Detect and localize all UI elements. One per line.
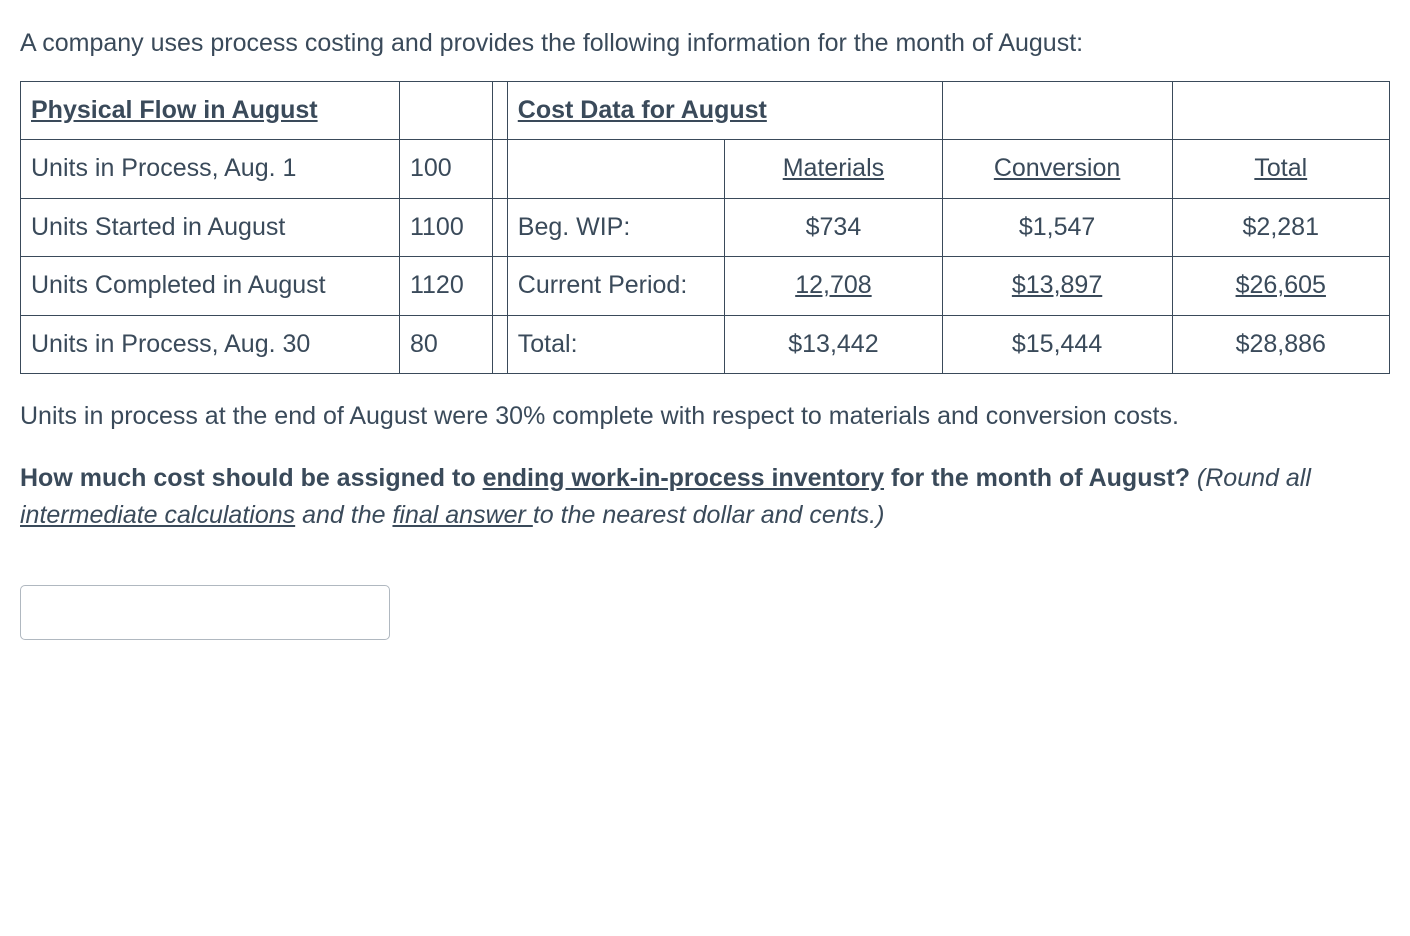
units-in-process-aug30-value: 80	[399, 315, 492, 374]
units-started-label: Units Started in August	[21, 198, 400, 257]
beg-wip-total: $2,281	[1172, 198, 1390, 257]
beg-wip-label: Beg. WIP:	[507, 198, 724, 257]
table-spacer	[492, 257, 507, 316]
table-spacer	[492, 315, 507, 374]
beg-wip-materials: $734	[725, 198, 942, 257]
table-cell-empty	[942, 81, 1172, 140]
question-bold-underline: ending work-in-process inventory	[483, 464, 884, 492]
table-row: Units Started in August 1100 Beg. WIP: $…	[21, 198, 1390, 257]
units-in-process-aug1-value: 100	[399, 140, 492, 199]
total-total: $28,886	[1172, 315, 1390, 374]
question-italic-u1: intermediate calculations	[20, 501, 295, 529]
units-in-process-aug1-label: Units in Process, Aug. 1	[21, 140, 400, 199]
table-cell-empty	[399, 81, 492, 140]
materials-header: Materials	[725, 140, 942, 199]
table-spacer	[492, 140, 507, 199]
cost-data-header: Cost Data for August	[507, 81, 942, 140]
current-total: $26,605	[1172, 257, 1390, 316]
table-spacer	[492, 81, 507, 140]
current-conversion: $13,897	[942, 257, 1172, 316]
data-table: Physical Flow in August Cost Data for Au…	[20, 81, 1390, 375]
table-row: Units in Process, Aug. 30 80 Total: $13,…	[21, 315, 1390, 374]
units-started-value: 1100	[399, 198, 492, 257]
current-materials: 12,708	[725, 257, 942, 316]
question-bold-end: for the month of August?	[884, 464, 1190, 492]
intro-text: A company uses process costing and provi…	[20, 25, 1390, 63]
units-completed-value: 1120	[399, 257, 492, 316]
after-table-text: Units in process at the end of August we…	[20, 398, 1390, 436]
conversion-header: Conversion	[942, 140, 1172, 199]
answer-input[interactable]	[20, 585, 390, 640]
table-row: Units in Process, Aug. 1 100 Materials C…	[21, 140, 1390, 199]
question-italic-start: (Round all	[1190, 464, 1311, 492]
total-row-label: Total:	[507, 315, 724, 374]
question-italic-u2: final answer	[392, 501, 532, 529]
question-bold-start: How much cost should be assigned to	[20, 464, 483, 492]
question-text: How much cost should be assigned to endi…	[20, 460, 1390, 535]
table-row: Units Completed in August 1120 Current P…	[21, 257, 1390, 316]
question-italic-end: to the nearest dollar and cents.)	[533, 501, 885, 529]
table-cell-empty	[1172, 81, 1390, 140]
table-spacer	[492, 198, 507, 257]
table-cell-empty	[507, 140, 724, 199]
question-italic-mid: and the	[295, 501, 392, 529]
total-header: Total	[1172, 140, 1390, 199]
units-completed-label: Units Completed in August	[21, 257, 400, 316]
physical-flow-header: Physical Flow in August	[21, 81, 400, 140]
table-header-row: Physical Flow in August Cost Data for Au…	[21, 81, 1390, 140]
total-conversion: $15,444	[942, 315, 1172, 374]
total-materials: $13,442	[725, 315, 942, 374]
current-period-label: Current Period:	[507, 257, 724, 316]
units-in-process-aug30-label: Units in Process, Aug. 30	[21, 315, 400, 374]
beg-wip-conversion: $1,547	[942, 198, 1172, 257]
